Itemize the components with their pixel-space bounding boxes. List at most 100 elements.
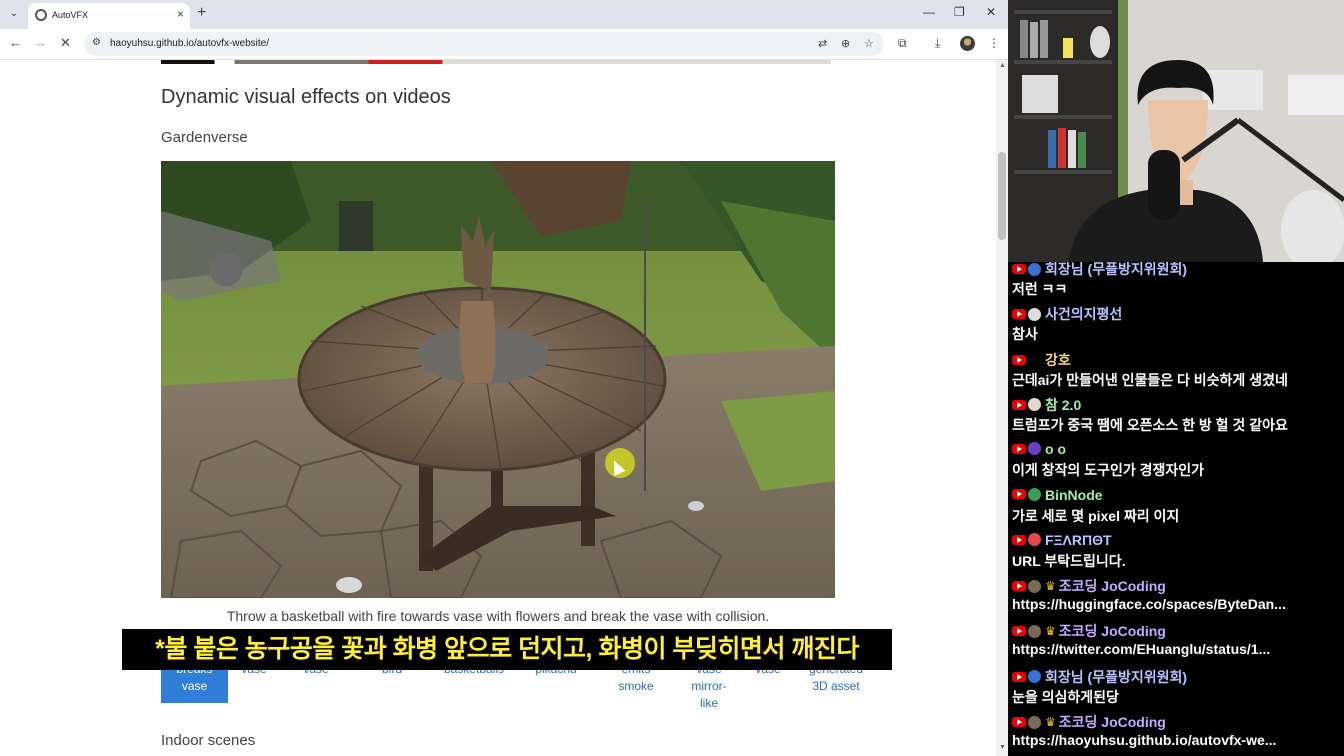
forward-arrow-icon[interactable]: →	[34, 35, 47, 50]
live-chat: 회장님 (무플방지위원회) 저런 ㅋㅋ 사건의지평선참사강호근데ai가 만들어낸 인…	[1008, 262, 1344, 756]
extensions-puzzle-icon[interactable]: ⧉	[898, 36, 907, 51]
youtube-icon	[1012, 354, 1026, 365]
chat-message-user[interactable]: ♛ 조코딩 JoCoding	[1012, 576, 1166, 594]
youtube-icon	[1012, 626, 1026, 637]
download-icon[interactable]: ⤓	[935, 36, 940, 51]
chat-message-text: URL 부탁드립니다.	[1012, 552, 1126, 569]
chat-avatar	[1028, 533, 1041, 547]
subsection-title: Gardenverse	[161, 129, 248, 146]
chat-message-user[interactable]: FΞΛRΠΘT	[1012, 531, 1112, 549]
translate-icon[interactable]: ⇄	[818, 37, 827, 50]
address-bar[interactable]: ⚙ haoyuhsu.github.io/autovfx-website/ ⇄ …	[84, 32, 884, 56]
bookmark-star-icon[interactable]: ☆	[864, 37, 874, 50]
chat-username[interactable]: BinNode	[1045, 486, 1103, 502]
tab-close-icon[interactable]: ×	[177, 7, 184, 21]
chat-avatar	[1028, 487, 1041, 501]
webcam-image	[1008, 0, 1344, 262]
tab-autovfx[interactable]: AutoVFX ×	[28, 3, 190, 29]
youtube-icon	[1012, 671, 1026, 682]
youtube-icon	[1012, 534, 1026, 545]
crown-badge-icon: ♛	[1045, 579, 1056, 594]
chat-avatar	[1028, 624, 1041, 638]
chat-message-user[interactable]: 강호	[1012, 350, 1071, 368]
button-label-line: smoke	[618, 679, 654, 693]
streamer-webcam	[1008, 0, 1344, 262]
youtube-icon	[1012, 717, 1026, 727]
chat-username[interactable]: 사건의지평선	[1045, 306, 1122, 322]
crown-badge-icon: ♛	[1045, 624, 1056, 639]
scroll-up-arrow-icon[interactable]: ▲	[999, 62, 1006, 69]
site-favicon-icon	[35, 9, 47, 21]
profile-avatar[interactable]	[960, 36, 975, 51]
youtube-icon	[1012, 443, 1026, 454]
demo-video[interactable]	[161, 161, 835, 598]
site-info-icon[interactable]: ⚙	[92, 37, 101, 48]
tab-title: AutoVFX	[52, 10, 89, 20]
crown-badge-icon: ♛	[1045, 715, 1056, 729]
chat-message-user[interactable]: ♛ 조코딩 JoCoding	[1012, 712, 1166, 730]
video-caption: Throw a basketball with fire towards vas…	[226, 608, 770, 624]
youtube-icon	[1012, 489, 1026, 500]
youtube-icon	[1012, 264, 1026, 274]
chat-username[interactable]: 조코딩 JoCoding	[1059, 623, 1166, 639]
indoor-scenes-title: Indoor scenes	[161, 732, 256, 749]
chat-message-text: https://haoyuhsu.github.io/autovfx-we...	[1012, 732, 1277, 748]
chat-message-user[interactable]: 참 2.0	[1012, 395, 1081, 413]
chat-avatar	[1028, 715, 1041, 729]
button-label-line: 3D asset	[812, 679, 860, 693]
tab-search-button[interactable]: ⌄	[6, 6, 22, 22]
chat-username[interactable]: 조코딩 JoCoding	[1059, 578, 1166, 594]
new-tab-plus-icon[interactable]: +	[197, 4, 206, 22]
restore-window-icon[interactable]: ❐	[954, 5, 965, 19]
minimize-window-icon[interactable]: —	[923, 5, 935, 19]
scroll-down-arrow-icon[interactable]: ▼	[999, 744, 1006, 751]
tab-bar: ⌄ AutoVFX × + — ❐ ✕	[0, 0, 1008, 29]
chat-message-text: https://huggingface.co/spaces/ByteDan...	[1012, 596, 1286, 613]
button-label-line: vase	[181, 679, 208, 693]
chat-message-text: 트럼프가 중국 땜에 오픈소스 한 방 헐 것 같아요	[1012, 416, 1288, 433]
chat-message-text: 눈을 의심하게된당	[1012, 688, 1119, 705]
chat-avatar	[1028, 307, 1041, 321]
chat-message-user[interactable]: BinNode	[1012, 486, 1103, 504]
youtube-icon	[1012, 309, 1026, 320]
chat-message-user[interactable]: o o	[1012, 440, 1066, 458]
scrollbar-thumb[interactable]	[998, 152, 1006, 240]
chat-username[interactable]: 회장님 (무플방지위원회)	[1045, 262, 1187, 277]
chat-message-user[interactable]: 회장님 (무플방지위원회)	[1012, 667, 1187, 685]
button-label-line: like	[699, 696, 718, 710]
garden-scene-image	[161, 161, 835, 598]
previous-video-strip	[161, 60, 831, 64]
chat-message-user[interactable]: 회장님 (무플방지위원회)	[1012, 262, 1187, 277]
browser-toolbar: ← → ✕ ⚙ haoyuhsu.github.io/autovfx-websi…	[0, 29, 1008, 60]
close-window-icon[interactable]: ✕	[986, 5, 996, 19]
chat-username[interactable]: 회장님 (무플방지위원회)	[1045, 669, 1187, 685]
chat-message-text: 저런 ㅋㅋ	[1012, 281, 1068, 297]
chat-message-user[interactable]: ♛ 조코딩 JoCoding	[1012, 621, 1166, 639]
stop-loading-icon[interactable]: ✕	[60, 35, 71, 51]
chat-message-text: https://twitter.com/EHuanglu/status/1...	[1012, 641, 1271, 658]
chat-username[interactable]: 강호	[1045, 352, 1071, 368]
chat-username[interactable]: FΞΛRΠΘT	[1045, 532, 1112, 548]
chat-avatar	[1028, 262, 1041, 276]
chat-avatar	[1028, 353, 1041, 367]
chat-avatar	[1028, 670, 1041, 684]
broadcast-subtitle: *불 붙은 농구공을 꽃과 화병 앞으로 던지고, 화병이 부딪히면서 깨진다	[122, 629, 892, 670]
chat-username[interactable]: 참 2.0	[1045, 397, 1081, 413]
back-arrow-icon[interactable]: ←	[9, 35, 22, 50]
youtube-icon	[1012, 581, 1026, 592]
chat-message-user[interactable]: 사건의지평선	[1012, 304, 1122, 322]
url-text[interactable]: haoyuhsu.github.io/autovfx-website/	[110, 38, 269, 49]
chat-avatar	[1028, 398, 1041, 412]
chat-username[interactable]: o o	[1045, 441, 1066, 457]
youtube-icon	[1012, 399, 1026, 410]
section-title: Dynamic visual effects on videos	[161, 86, 451, 108]
zoom-icon[interactable]: ⊕	[841, 37, 850, 50]
chat-avatar	[1028, 579, 1041, 593]
chat-message-text: 이게 창작의 도구인가 경쟁자인가	[1012, 462, 1204, 479]
menu-kebab-icon[interactable]: ⋮	[988, 36, 1000, 50]
button-label-line: mirror-	[691, 679, 727, 693]
chat-username[interactable]: 조코딩 JoCoding	[1059, 714, 1166, 730]
chat-message-text: 가로 세로 몇 pixel 짜리 이지	[1012, 507, 1180, 524]
chat-message-text: 근데ai가 만들어낸 인물들은 다 비슷하게 생겼네	[1012, 371, 1288, 388]
chat-message-text: 참사	[1012, 326, 1038, 343]
